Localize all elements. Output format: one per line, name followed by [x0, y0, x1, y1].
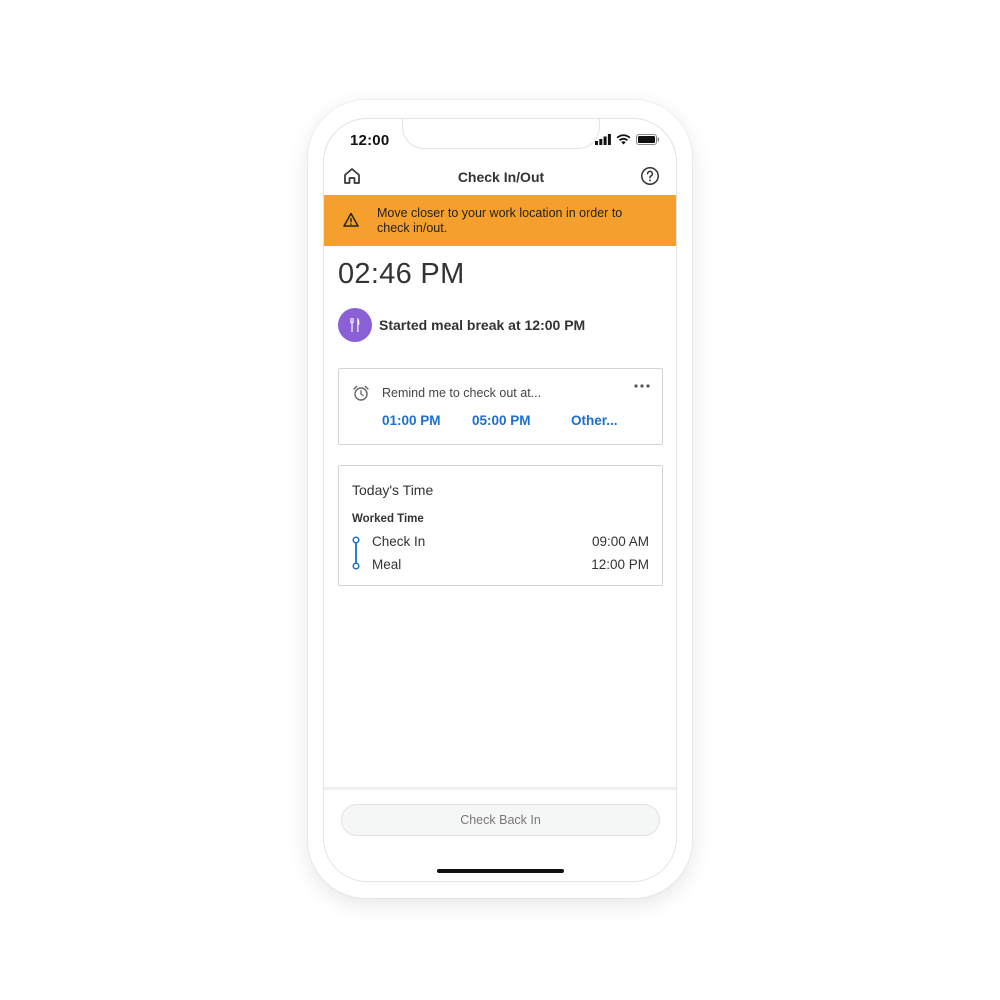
nav-bar: Check In/Out [324, 159, 676, 195]
phone-notch [402, 119, 600, 149]
warning-icon [343, 212, 359, 227]
remind-option-1[interactable]: 01:00 PM [382, 413, 441, 428]
reminder-label: Remind me to check out at... [382, 386, 542, 400]
remind-option-other[interactable]: Other... [571, 413, 618, 428]
entry-meal-time: 12:00 PM [591, 557, 649, 572]
meal-break-avatar [338, 308, 372, 342]
current-time: 02:46 PM [338, 258, 465, 290]
check-back-in-button[interactable]: Check Back In [341, 804, 660, 836]
help-icon[interactable] [639, 165, 661, 187]
entry-check-in-time: 09:00 AM [591, 534, 649, 549]
signal-icon [595, 133, 611, 145]
battery-icon [636, 133, 660, 145]
home-indicator[interactable] [437, 869, 564, 873]
reminder-card: Remind me to check out at... 01:00 PM 05… [338, 368, 663, 445]
more-icon[interactable] [633, 382, 651, 390]
bottom-action-bar: Check Back In [324, 787, 676, 881]
worked-time-label: Worked Time [352, 513, 424, 525]
wifi-icon [616, 133, 631, 144]
entry-meal-label: Meal [372, 557, 402, 572]
status-bar-time: 12:00 [350, 132, 390, 149]
status-bar-icons [595, 133, 660, 145]
alert-message: Move closer to your work location in ord… [377, 206, 623, 235]
meal-break-status: Started meal break at 12:00 PM [379, 317, 586, 333]
alarm-clock-icon [353, 385, 369, 401]
page-title: Check In/Out [457, 169, 545, 185]
fork-knife-icon [350, 318, 360, 332]
remind-option-2[interactable]: 05:00 PM [472, 413, 531, 428]
entry-check-in-label: Check In [372, 534, 426, 549]
todays-time-title: Today's Time [352, 482, 434, 498]
phone-screen: 12:00 Check In/Out Move closer to your w… [323, 118, 677, 882]
timeline-icon [352, 536, 360, 570]
todays-time-card: Today's Time Worked Time Check In 09:00 … [338, 465, 663, 586]
location-alert-banner: Move closer to your work location in ord… [324, 195, 676, 246]
